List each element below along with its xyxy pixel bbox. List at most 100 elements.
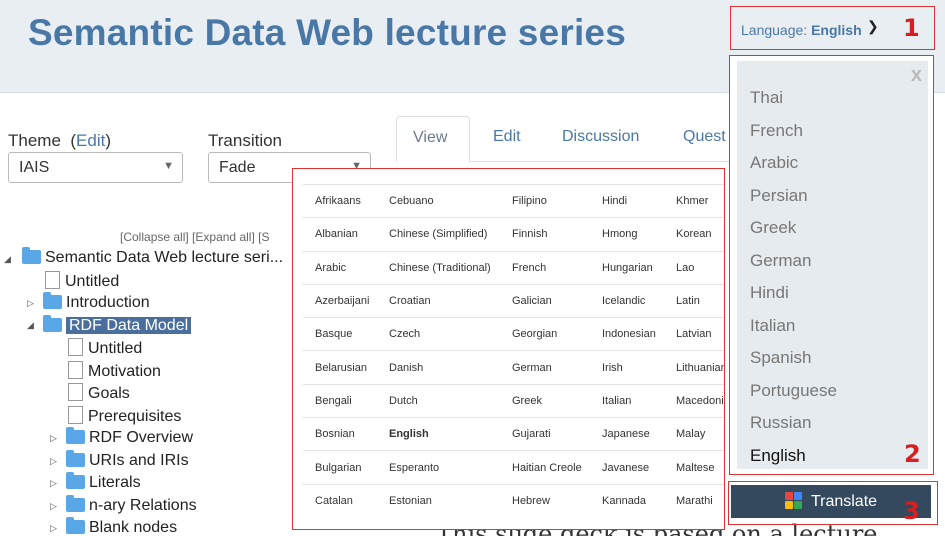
expand-all-link[interactable]: Expand all	[195, 230, 251, 244]
language-list-item[interactable]: German	[750, 251, 811, 271]
expand-toggle-icon[interactable]: ▷	[50, 478, 57, 489]
language-list-item[interactable]: Russian	[750, 413, 811, 433]
language-list-item[interactable]: Portuguese	[750, 381, 837, 401]
language-option[interactable]: Cebuano	[377, 183, 500, 218]
language-option[interactable]: Hebrew	[500, 483, 590, 518]
collapse-all-link[interactable]: Collapse all	[123, 230, 185, 244]
language-option[interactable]: Dutch	[377, 383, 500, 418]
expand-toggle-icon[interactable]: ▷	[50, 523, 57, 534]
language-option[interactable]: Korean	[664, 217, 724, 252]
language-value[interactable]: English	[811, 22, 862, 38]
tree-node[interactable]: URIs and IRIs	[66, 450, 189, 473]
language-list-item[interactable]: Thai	[750, 88, 783, 108]
tab-edit[interactable]: Edit	[477, 116, 537, 162]
language-option[interactable]: Marathi	[664, 483, 724, 518]
tree-node[interactable]: Prerequisites	[68, 406, 181, 428]
language-option[interactable]: Croatian	[377, 283, 500, 318]
language-option[interactable]: Greek	[500, 383, 590, 418]
theme-edit-link[interactable]: Edit	[76, 131, 105, 150]
language-option[interactable]: Haitian Creole	[500, 450, 590, 485]
language-list-item[interactable]: Arabic	[750, 153, 798, 173]
tree-node-root[interactable]: Semantic Data Web lecture seri...	[22, 247, 283, 270]
language-option[interactable]: Kannada	[590, 483, 664, 518]
tree-node[interactable]: RDF Overview	[66, 427, 193, 450]
chevron-down-icon[interactable]: ❯	[867, 18, 879, 35]
language-grid-row: Azerbaijani Croatian Galician Icelandic Lati…	[303, 283, 724, 318]
language-option[interactable]: Latin	[664, 283, 724, 318]
language-option[interactable]: Basque	[303, 317, 377, 351]
language-option[interactable]: English	[377, 417, 500, 451]
theme-select[interactable]: IAIS ▼	[8, 152, 183, 183]
language-option[interactable]: Bosnian	[303, 417, 377, 451]
expand-toggle-icon[interactable]: ▷	[27, 298, 34, 309]
tree-control-s[interactable]: S	[261, 230, 269, 244]
folder-icon	[66, 450, 85, 467]
language-option[interactable]: Gujarati	[500, 417, 590, 451]
language-option[interactable]: Indonesian	[590, 317, 664, 351]
tab-questions[interactable]: Quest	[667, 116, 729, 162]
language-option[interactable]: Italian	[590, 383, 664, 418]
language-option[interactable]: Arabic	[303, 250, 377, 285]
language-list-item[interactable]: Hindi	[750, 283, 789, 303]
language-option[interactable]: Chinese (Simplified)	[377, 217, 500, 252]
language-option[interactable]: French	[500, 250, 590, 285]
language-option[interactable]: Hindi	[590, 183, 664, 218]
tree-node[interactable]: Blank nodes	[66, 517, 177, 536]
language-option[interactable]: Azerbaijani	[303, 283, 377, 318]
language-list-item[interactable]: Persian	[750, 186, 808, 206]
language-option[interactable]: Bengali	[303, 383, 377, 418]
language-list-item[interactable]: French	[750, 121, 803, 141]
language-option[interactable]: Latvian	[664, 317, 724, 351]
language-option[interactable]: German	[500, 350, 590, 385]
tree-node[interactable]: Untitled	[45, 271, 119, 293]
close-icon[interactable]: x	[911, 64, 922, 87]
language-label[interactable]: Language: English	[741, 22, 862, 38]
language-option[interactable]: Danish	[377, 350, 500, 385]
language-option[interactable]: Afrikaans	[303, 183, 377, 218]
language-option[interactable]: Filipino	[500, 183, 590, 218]
language-option[interactable]: Hmong	[590, 217, 664, 252]
language-option[interactable]: Georgian	[500, 317, 590, 351]
language-option[interactable]: Icelandic	[590, 283, 664, 318]
tree-node[interactable]: Untitled	[68, 338, 142, 360]
language-option[interactable]: Macedoni	[664, 383, 724, 418]
tree-node[interactable]: Introduction	[43, 292, 150, 315]
language-list-item[interactable]: Spanish	[750, 348, 811, 368]
tree-node[interactable]: Motivation	[68, 361, 161, 383]
tree-node-selected[interactable]: RDF Data Model	[43, 315, 192, 338]
language-option[interactable]: Lithuanian	[664, 350, 724, 385]
language-option[interactable]: Malay	[664, 417, 724, 451]
language-option[interactable]: Estonian	[377, 483, 500, 518]
collapse-toggle-icon[interactable]: ◢	[4, 254, 11, 265]
collapse-toggle-icon[interactable]: ◢	[27, 320, 34, 331]
tree-node[interactable]: n-ary Relations	[66, 495, 197, 518]
language-option[interactable]: Catalan	[303, 483, 377, 518]
language-option[interactable]: Belarusian	[303, 350, 377, 385]
tab-view[interactable]: View	[396, 116, 470, 162]
language-list-item[interactable]: Italian	[750, 316, 795, 336]
language-option[interactable]: Finnish	[500, 217, 590, 252]
language-option[interactable]: Chinese (Traditional)	[377, 250, 500, 285]
language-option[interactable]: Maltese	[664, 450, 724, 485]
language-option[interactable]: Hungarian	[590, 250, 664, 285]
language-option[interactable]: Albanian	[303, 217, 377, 252]
language-option[interactable]: Galician	[500, 283, 590, 318]
language-option[interactable]: Czech	[377, 317, 500, 351]
language-option[interactable]: Esperanto	[377, 450, 500, 485]
language-option[interactable]: Khmer	[664, 183, 724, 218]
language-list-item[interactable]: English	[750, 446, 806, 466]
translate-button[interactable]: Translate	[731, 485, 931, 518]
language-option[interactable]: Japanese	[590, 417, 664, 451]
expand-toggle-icon[interactable]: ▷	[50, 456, 57, 467]
expand-toggle-icon[interactable]: ▷	[50, 501, 57, 512]
language-option[interactable]: Bulgarian	[303, 450, 377, 485]
expand-toggle-icon[interactable]: ▷	[50, 433, 57, 444]
tab-discussion[interactable]: Discussion	[546, 116, 655, 162]
tree-node[interactable]: Literals	[66, 472, 141, 495]
language-list-item[interactable]: Greek	[750, 218, 796, 238]
language-option[interactable]: Irish	[590, 350, 664, 385]
language-option[interactable]: Lao	[664, 250, 724, 285]
tree-node[interactable]: Goals	[68, 383, 130, 405]
folder-icon	[22, 247, 41, 264]
language-option[interactable]: Javanese	[590, 450, 664, 485]
